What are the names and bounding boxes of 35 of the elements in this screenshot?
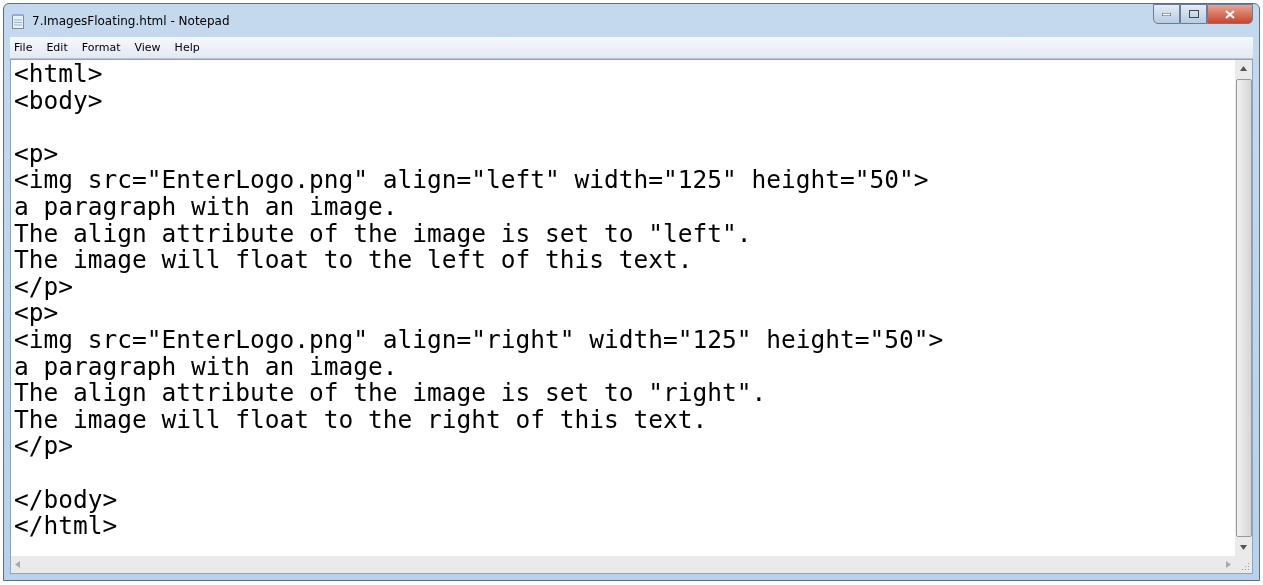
close-button[interactable] — [1207, 4, 1253, 24]
notepad-icon — [10, 12, 26, 29]
maximize-button[interactable] — [1180, 4, 1207, 24]
code-line: </html> — [14, 513, 119, 540]
code-line: The align attribute of the image is set to "right". — [14, 380, 768, 407]
code-line: </body> — [14, 486, 119, 514]
code-line: <p> — [14, 140, 60, 168]
minimize-button[interactable] — [1153, 4, 1180, 24]
scroll-down-icon[interactable] — [1240, 545, 1247, 550]
menu-item[interactable]: Help — [174, 41, 200, 54]
menu-item[interactable]: File — [14, 41, 33, 54]
scroll-left-icon[interactable] — [15, 561, 20, 568]
code-line: The image will float to the right of this text. — [14, 406, 708, 434]
menu-item[interactable]: View — [134, 41, 161, 54]
code-line: The align attribute of the image is set to "left". — [14, 220, 753, 248]
code-line: </p> — [14, 433, 74, 460]
code-line: <img src="EnterLogo.png" align="right" width="125" height="50"> — [14, 326, 945, 354]
maximize-icon — [1188, 10, 1199, 18]
resize-grip-icon[interactable] — [1241, 562, 1250, 571]
code-line: a paragraph with an image. — [14, 353, 398, 381]
code-line: </p> — [14, 273, 74, 301]
menu-item[interactable]: Edit — [46, 41, 68, 54]
code-line: <p> — [14, 300, 59, 327]
code-line: <body> — [14, 87, 104, 115]
code-line: a paragraph with an image. — [14, 193, 398, 221]
horizontal-scrollbar[interactable] — [11, 556, 1235, 573]
window-title: 7.ImagesFloating.html - Notepad — [32, 13, 231, 28]
menu-item[interactable]: Format — [81, 41, 121, 54]
minimize-icon — [1162, 12, 1171, 16]
code-line: <img src="EnterLogo.png" align="left" width="125" height="50"> — [14, 167, 930, 194]
code-line: The image will float to the left of this text. — [14, 247, 694, 274]
close-icon — [1225, 9, 1235, 19]
scroll-up-icon[interactable] — [1240, 66, 1247, 71]
scroll-right-icon[interactable] — [1226, 561, 1231, 568]
code-line: <html> — [14, 61, 104, 88]
